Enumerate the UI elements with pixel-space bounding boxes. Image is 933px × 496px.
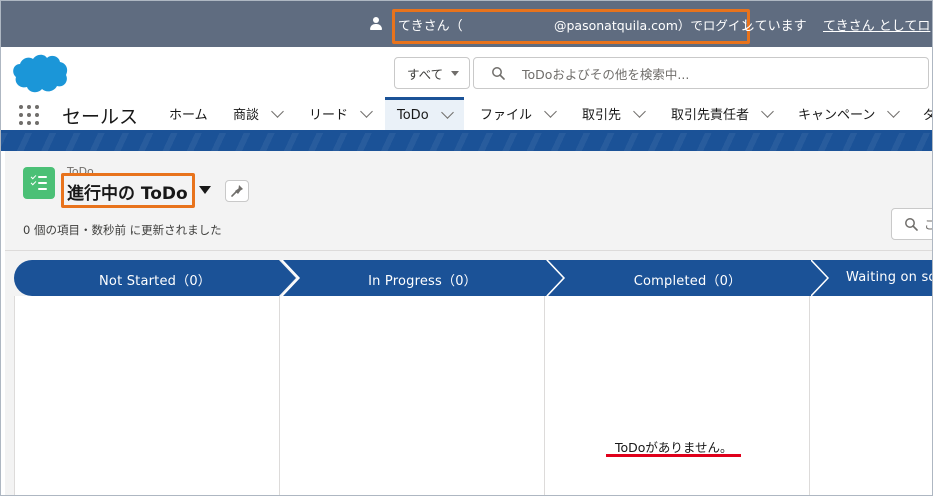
- search-icon: [492, 67, 505, 80]
- list-search-input[interactable]: こ: [891, 208, 932, 240]
- nav-item-label: ファイル: [480, 108, 533, 123]
- empty-message-underline: [606, 454, 741, 457]
- search-scope-label: すべて: [407, 66, 444, 82]
- search-scope-select[interactable]: すべて: [394, 57, 470, 89]
- nav-item-label: リード: [309, 108, 349, 123]
- chevron-down-icon[interactable]: [761, 104, 774, 118]
- nav-item-label: ホーム: [169, 108, 208, 123]
- stage-name: Not Started: [99, 274, 177, 289]
- nav-item-campaigns[interactable]: キャンペーン: [798, 97, 901, 130]
- list-search-placeholder: こ: [924, 216, 932, 233]
- chevron-down-icon[interactable]: [271, 104, 284, 118]
- app-name: セールス: [62, 106, 139, 128]
- kanban-stage-not-started[interactable]: Not Started（0）: [14, 260, 296, 296]
- nav-item-accounts[interactable]: 取引先: [582, 97, 646, 130]
- pin-icon: [231, 185, 243, 197]
- list-view-picker-icon[interactable]: [199, 186, 211, 194]
- stage-name: Completed: [633, 274, 707, 289]
- login-as-link[interactable]: てきさん としてロ: [823, 15, 930, 34]
- app-launcher-icon[interactable]: [19, 105, 41, 127]
- nav-item-label: ToDo: [397, 107, 429, 123]
- kanban-board: Not Started（0） In Progress（0） Completed（…: [14, 260, 933, 495]
- app-window: てきさん（ @pasonatquila.com）でログイン しています てきさん…: [0, 0, 933, 496]
- kanban-column-waiting: [809, 296, 932, 495]
- chevron-down-icon[interactable]: [633, 104, 646, 118]
- search-icon: [905, 218, 918, 231]
- search-placeholder: ToDoおよびその他を検索中...: [522, 66, 690, 82]
- login-user-name: てきさん（: [398, 19, 463, 34]
- nav-item-opportunities[interactable]: 商談: [233, 97, 284, 130]
- chevron-down-icon[interactable]: [544, 104, 557, 118]
- pin-list-view-button[interactable]: [225, 180, 249, 202]
- list-item-count: 0 個の項目・数秒前 に更新されました: [23, 223, 222, 237]
- stage-count: （0）: [176, 274, 211, 289]
- kanban-stage-in-progress[interactable]: In Progress（0）: [282, 260, 563, 296]
- salesforce-logo[interactable]: [9, 51, 69, 95]
- kanban-column-not-started: [14, 296, 279, 495]
- nav-item-dashboards[interactable]: ダ: [923, 97, 932, 130]
- login-user-email: @pasonatquila.com）でログイン: [554, 18, 753, 33]
- nav-item-label: 取引先責任者: [671, 108, 750, 123]
- stage-count: （0）: [706, 274, 742, 289]
- stage-name: Waiting on so: [846, 270, 933, 285]
- list-view-title[interactable]: 進行中の ToDo: [67, 179, 188, 204]
- nav-item-label: 商談: [233, 108, 260, 123]
- nav-item-contacts[interactable]: 取引先責任者: [671, 97, 774, 130]
- chevron-down-icon[interactable]: [440, 106, 454, 119]
- kanban-column-completed: [544, 296, 809, 495]
- nav-item-label: キャンペーン: [798, 108, 876, 123]
- caret-down-icon: [451, 71, 459, 76]
- nav-item-home[interactable]: ホーム: [169, 97, 208, 130]
- kanban-stage-completed[interactable]: Completed（0）: [547, 260, 828, 296]
- app-navigation-bar: セールス ホーム 商談 リード ToDo ファイル 取引先 取引先責任者 キャン…: [1, 97, 932, 133]
- kanban-column-in-progress: [279, 296, 544, 495]
- chevron-down-icon[interactable]: [887, 104, 901, 118]
- nav-item-files[interactable]: ファイル: [480, 97, 557, 130]
- decorative-band: [1, 133, 932, 151]
- stage-name: In Progress: [368, 274, 442, 289]
- global-header: すべて ToDoおよびその他を検索中...: [1, 47, 932, 97]
- stage-count: （0）: [442, 274, 477, 289]
- nav-item-label: ダ: [923, 104, 932, 123]
- login-as-banner: てきさん（ @pasonatquila.com）でログイン しています てきさん…: [1, 1, 932, 47]
- chevron-down-icon[interactable]: [360, 104, 373, 118]
- todo-object-icon: [23, 167, 55, 199]
- nav-item-todo[interactable]: ToDo: [385, 97, 464, 130]
- nav-item-label: 取引先: [582, 108, 622, 123]
- global-search-input[interactable]: ToDoおよびその他を検索中...: [473, 57, 929, 89]
- user-icon: [369, 17, 383, 31]
- nav-item-leads[interactable]: リード: [309, 97, 373, 130]
- login-status-text: しています: [742, 19, 807, 34]
- kanban-stage-waiting[interactable]: Waiting on so: [811, 260, 933, 296]
